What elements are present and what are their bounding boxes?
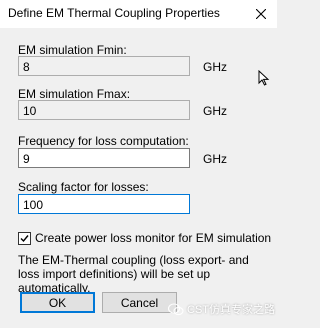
fmin-label: EM simulation Fmin: [18,43,127,57]
close-icon [256,8,266,19]
dialog-window: Define EM Thermal Coupling Properties EM… [0,0,277,328]
loss-frequency-unit: GHz [203,152,227,166]
info-text: The EM-Thermal coupling (loss export- an… [18,253,249,295]
close-button[interactable] [248,1,274,26]
scaling-factor-label: Scaling factor for losses: [18,180,149,194]
title-bar: Define EM Thermal Coupling Properties [0,0,277,28]
wechat-icon [168,302,184,315]
fmin-unit: GHz [203,60,227,74]
fmin-field[interactable]: 8 [18,56,190,76]
power-loss-monitor-checkbox[interactable] [18,231,31,245]
resize-cursor-icon [258,69,270,89]
fmax-label: EM simulation Fmax: [18,87,131,101]
scaling-factor-field[interactable]: 100 [18,194,190,214]
watermark-text: CST仿真专家之路 [187,304,275,316]
ok-button[interactable]: OK [20,292,95,313]
power-loss-monitor-label: Create power loss monitor for EM simulat… [35,231,272,245]
fmax-field[interactable]: 10 [18,100,190,120]
loss-frequency-field[interactable]: 9 [18,148,190,168]
checkmark-icon [20,234,29,242]
dialog-title: Define EM Thermal Coupling Properties [8,6,220,20]
loss-frequency-label: Frequency for loss computation: [18,134,189,148]
watermark: CST仿真专家之路 [168,301,275,317]
cancel-button[interactable]: Cancel [102,292,177,313]
power-loss-monitor-option[interactable]: Create power loss monitor for EM simulat… [18,231,271,245]
fmax-unit: GHz [203,104,227,118]
